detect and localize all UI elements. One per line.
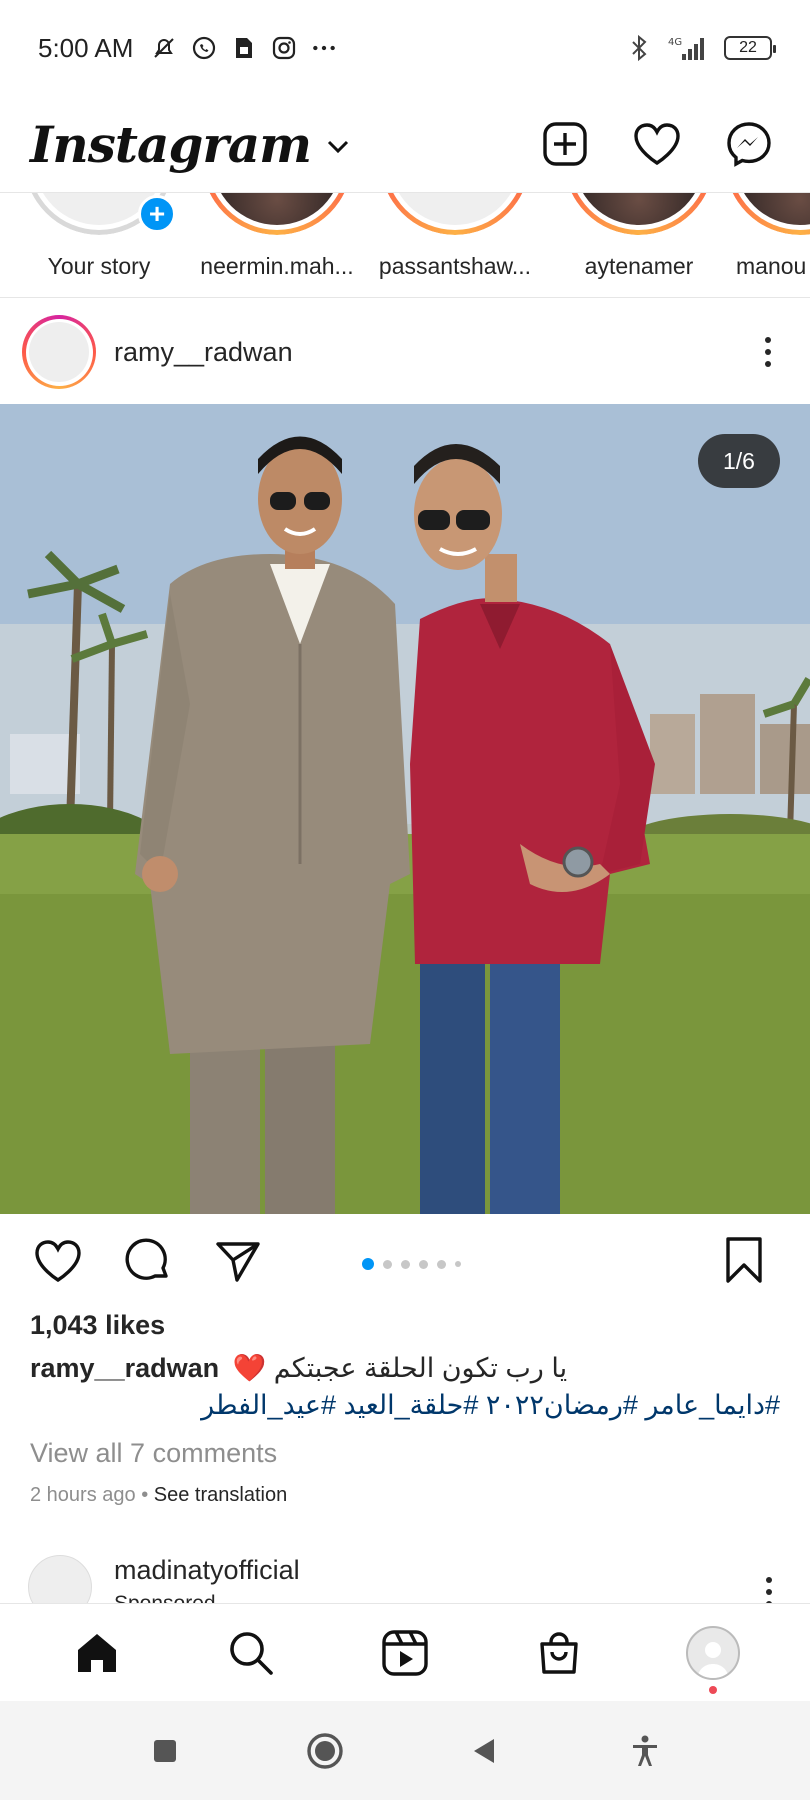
see-translation-link[interactable]: See translation <box>154 1484 287 1506</box>
post-author-avatar[interactable] <box>22 315 96 389</box>
reels-icon[interactable] <box>370 1618 440 1688</box>
story-avatar <box>380 193 530 235</box>
story-label: passantshaw... <box>378 253 532 279</box>
signal-icon: 4G <box>666 35 710 61</box>
story-label: Your story <box>47 253 151 279</box>
story-label: manou <box>736 253 807 279</box>
carousel-counter: 1/6 <box>698 434 780 488</box>
status-time: 5:00 AM <box>38 32 134 63</box>
caption-username[interactable]: ramy__radwan <box>30 1353 219 1383</box>
carousel-dot <box>455 1261 461 1267</box>
story-item[interactable]: passantshaw... <box>370 193 540 297</box>
profile-avatar <box>686 1625 740 1680</box>
messenger-icon[interactable] <box>724 119 774 169</box>
story-avatar <box>725 193 810 235</box>
new-post-icon[interactable] <box>540 119 590 169</box>
next-post-username[interactable]: madinatyofficial <box>114 1555 300 1586</box>
story-item[interactable]: manou <box>725 193 810 297</box>
story-avatar <box>202 193 352 235</box>
system-navigation <box>0 1701 810 1800</box>
view-all-comments-link[interactable]: View all 7 comments <box>30 1438 277 1469</box>
next-post-header: madinatyofficial Sponsored <box>0 1545 810 1603</box>
heart-icon[interactable] <box>632 119 682 169</box>
carousel-dot <box>383 1259 392 1269</box>
battery-icon: 22 <box>724 36 776 60</box>
story-avatar <box>564 193 714 235</box>
network-type: 4G <box>668 37 682 48</box>
story-item[interactable]: aytenamer <box>554 193 724 297</box>
carousel-dot-active <box>362 1258 374 1270</box>
post-meta: 2 hours ago • See translation <box>30 1484 287 1507</box>
recents-icon[interactable] <box>140 1726 190 1776</box>
profile-icon[interactable] <box>678 1618 748 1694</box>
mute-icon <box>151 35 177 61</box>
status-bar: 5:00 AM 4G 22 <box>0 0 810 96</box>
instagram-feed-screen: 5:00 AM 4G 22 Instagram + Your story nee… <box>0 0 810 1800</box>
likes-count[interactable]: 1,043 likes <box>30 1310 165 1341</box>
bookmark-icon[interactable] <box>716 1232 772 1288</box>
story-label: neermin.mah... <box>200 253 354 279</box>
instagram-logo[interactable]: Instagram <box>30 115 312 174</box>
system-home-icon[interactable] <box>300 1726 350 1776</box>
carousel-dot <box>401 1259 410 1269</box>
next-post-options-icon[interactable] <box>766 1577 782 1603</box>
post-options-icon[interactable] <box>748 327 788 377</box>
notification-dot <box>709 1685 717 1694</box>
bluetooth-icon <box>626 34 652 62</box>
caption-hashtags[interactable]: #دايما_عامر #رمضان٢٠٢٢ #حلقة_العيد #عيد_… <box>201 1390 780 1421</box>
carousel-dot <box>437 1259 446 1269</box>
story-label: aytenamer <box>584 253 694 279</box>
carousel-dots <box>362 1258 461 1270</box>
comment-icon[interactable] <box>120 1233 176 1289</box>
instagram-icon <box>271 35 297 61</box>
accessibility-icon[interactable] <box>620 1726 670 1776</box>
post-actions <box>0 1214 810 1308</box>
more-dots-icon <box>311 35 337 61</box>
home-icon[interactable] <box>62 1618 132 1688</box>
share-icon[interactable] <box>210 1233 266 1289</box>
post-time: 2 hours ago <box>30 1484 136 1506</box>
next-post-avatar[interactable] <box>28 1555 92 1603</box>
add-story-icon[interactable]: + <box>138 195 176 233</box>
shop-icon[interactable] <box>524 1618 594 1688</box>
story-item[interactable]: neermin.mah... <box>192 193 362 297</box>
post-header: ramy__radwan <box>0 300 810 404</box>
sponsored-label: Sponsored <box>114 1592 300 1603</box>
carousel-dot <box>419 1259 428 1269</box>
back-icon[interactable] <box>460 1726 510 1776</box>
post-image[interactable]: 1/6 <box>0 404 810 1214</box>
battery-level: 22 <box>739 39 757 56</box>
search-icon[interactable] <box>216 1618 286 1688</box>
like-heart-icon[interactable] <box>30 1233 86 1289</box>
caption-text: يا رب تكون الحلقة عجبتكم ❤️ <box>232 1353 568 1383</box>
caption: ramy__radwan يا رب تكون الحلقة عجبتكم ❤️ <box>30 1352 567 1384</box>
bottom-navigation <box>0 1603 810 1701</box>
app-header: Instagram <box>0 96 810 192</box>
chevron-down-icon[interactable] <box>325 138 351 161</box>
story-own[interactable]: + Your story <box>14 193 184 297</box>
post-username[interactable]: ramy__radwan <box>114 337 293 368</box>
whatsapp-icon <box>191 35 217 61</box>
stories-tray: + Your story neermin.mah... passantshaw.… <box>0 192 810 298</box>
post-photo-illustration <box>0 404 810 1214</box>
sim-icon <box>231 35 257 61</box>
meta-separator: • <box>141 1484 149 1506</box>
